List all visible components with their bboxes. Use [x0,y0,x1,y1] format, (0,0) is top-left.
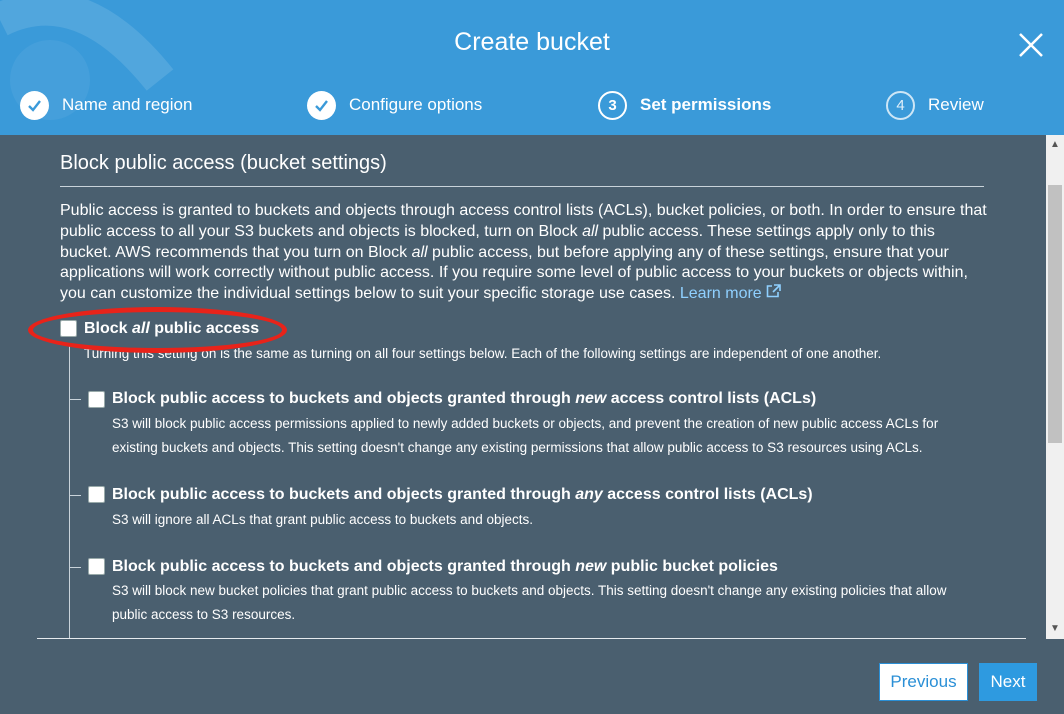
external-link-icon [766,284,781,298]
previous-button[interactable]: Previous [879,663,968,701]
step-label: Review [928,95,984,114]
learn-more-label: Learn more [679,285,762,303]
label-emphasis: new [575,558,607,575]
close-icon[interactable] [1016,30,1046,60]
block-any-acls-description: S3 will ignore all ACLs that grant publi… [112,512,533,527]
label-emphasis: all [132,320,150,337]
section-intro: Public access is granted to buckets and … [60,201,990,305]
label-text: Block public access to buckets and objec… [112,558,576,575]
step-label: Set permissions [640,95,772,114]
block-all-checkbox[interactable] [60,320,77,337]
check-circle-icon [20,90,49,120]
next-button[interactable]: Next [979,663,1037,701]
tree-branch [69,567,81,568]
block-new-acls-label[interactable]: Block public access to buckets and objec… [112,390,816,408]
label-text: public bucket policies [606,558,778,575]
learn-more-link[interactable]: Learn more [679,284,781,303]
step-label: Name and region [62,95,193,114]
block-all-description: Turning this setting on is the same as t… [84,346,882,361]
intro-emphasis: all [411,243,428,261]
step-name-and-region[interactable]: Name and region [20,89,192,121]
label-text: access control lists (ACLs) [602,486,813,503]
label-text: Block public access to buckets and objec… [112,390,576,407]
step-number: 4 [886,90,915,120]
label-text: Block public access to buckets and objec… [112,486,576,503]
label-emphasis: any [575,486,603,503]
step-configure-options[interactable]: Configure options [307,89,482,121]
tree-branch [69,495,81,496]
scroll-up-arrow-icon[interactable]: ▲ [1046,137,1064,153]
block-new-policies-checkbox[interactable] [88,558,105,575]
check-circle-icon [307,90,336,120]
scrollbar-thumb[interactable] [1048,185,1062,443]
block-new-policies-label[interactable]: Block public access to buckets and objec… [112,558,778,576]
label-text: Block [84,320,133,337]
section-title: Block public access (bucket settings) [60,152,387,174]
block-new-acls-checkbox[interactable] [88,391,105,408]
scroll-down-arrow-icon[interactable]: ▼ [1046,621,1064,637]
block-new-acls-description: S3 will block public access permissions … [112,416,939,455]
block-all-label[interactable]: Block all public access [84,320,259,338]
vertical-scrollbar[interactable]: ▲ ▼ [1046,135,1064,639]
permissions-panel: Block public access (bucket settings) Pu… [0,135,1046,639]
dialog-title: Create bucket [454,28,610,56]
step-review: 4 Review [886,89,984,121]
step-label: Configure options [349,95,483,114]
block-any-acls-checkbox[interactable] [88,486,105,503]
label-text: access control lists (ACLs) [606,390,817,407]
block-any-acls-label[interactable]: Block public access to buckets and objec… [112,486,813,504]
tree-connector [69,345,70,639]
step-set-permissions: 3 Set permissions [598,89,771,121]
block-new-policies-description: S3 will block new bucket policies that g… [112,583,947,622]
dialog-header: Create bucket Name and region Configure … [0,0,1064,135]
label-emphasis: new [575,390,607,407]
label-text: public access [149,320,260,337]
divider [60,186,984,187]
step-number: 3 [598,90,627,120]
footer-divider [37,638,1026,639]
intro-emphasis: all [582,222,599,240]
tree-branch [69,399,81,400]
